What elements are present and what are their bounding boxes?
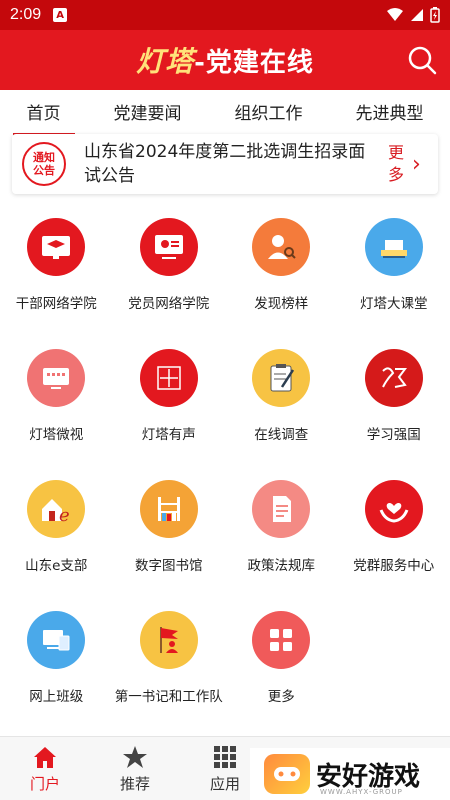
notice-badge-line2: 公告 xyxy=(33,164,55,177)
chevron-right-icon[interactable]: › xyxy=(412,152,421,177)
bookshelf-icon xyxy=(139,480,198,538)
grid-item-first-secretary[interactable]: 第一书记和工作队 xyxy=(113,611,226,742)
computer-class-icon xyxy=(27,611,86,669)
study-seal-icon xyxy=(364,349,423,407)
search-icon[interactable] xyxy=(406,44,438,76)
grid-item-audio[interactable]: 灯塔有声 xyxy=(113,349,226,480)
graduation-cap-icon xyxy=(27,218,86,276)
nav-recommend[interactable]: 推荐 xyxy=(90,737,180,800)
watermark-url: WWW.AHYX-GROUP xyxy=(320,788,403,796)
notice-badge: 通知 公告 xyxy=(22,142,66,186)
lecture-podium-icon xyxy=(364,218,423,276)
grid-label: 山东e支部 xyxy=(25,558,88,574)
grid-item-discover-models[interactable]: 发现榜样 xyxy=(225,218,338,349)
grid-label: 政策法规库 xyxy=(247,558,316,574)
grid-label: 灯塔有声 xyxy=(141,427,196,443)
nav-label: 推荐 xyxy=(119,775,150,793)
gamepad-icon xyxy=(264,754,310,794)
grid-label: 灯塔大课堂 xyxy=(360,296,428,312)
grid-item-service-center[interactable]: 党群服务中心 xyxy=(338,480,450,611)
wifi-icon xyxy=(387,8,403,21)
grid-label: 数字图书馆 xyxy=(135,558,203,574)
grid-item-xuexi[interactable]: 学习强国 xyxy=(338,349,450,480)
grid-label: 党群服务中心 xyxy=(353,558,435,574)
person-search-icon xyxy=(252,218,311,276)
battery-icon xyxy=(430,7,440,23)
party-screen-icon xyxy=(139,218,198,276)
watermark-overlay: 安好游戏 WWW.AHYX-GROUP xyxy=(250,748,450,800)
grid-label: 学习强国 xyxy=(366,427,421,443)
signal-icon xyxy=(411,9,423,21)
tab-party-news[interactable]: 党建要闻 xyxy=(100,91,196,132)
app-header: 灯塔-党建在线 xyxy=(0,30,450,90)
grid-label: 更多 xyxy=(267,689,295,705)
logo-sub: -党建在线 xyxy=(194,48,314,78)
watermark-text: 安好游戏 xyxy=(316,761,421,792)
audio-seal-icon xyxy=(139,349,198,407)
home-icon xyxy=(34,747,56,768)
grid-item-micro-video[interactable]: 灯塔微视 xyxy=(0,349,113,480)
grid-label: 发现榜样 xyxy=(254,296,309,312)
notice-badge-line1: 通知 xyxy=(33,151,55,164)
grid-item-party-academy[interactable]: 党员网络学院 xyxy=(113,218,226,349)
grid-item-digital-library[interactable]: 数字图书馆 xyxy=(113,480,226,611)
grid-item-more[interactable]: 更多 xyxy=(225,611,338,742)
grid-item-e-branch[interactable]: e 山东e支部 xyxy=(0,480,113,611)
notification-icon: A xyxy=(53,8,68,22)
app-logo: 灯塔-党建在线 xyxy=(136,40,314,80)
home-e-icon: e xyxy=(27,480,86,538)
grid-item-online-class[interactable]: 网上班级 xyxy=(0,611,113,742)
grid-label: 党员网络学院 xyxy=(128,296,210,312)
logo-main: 灯塔 xyxy=(136,45,195,78)
tab-organization[interactable]: 组织工作 xyxy=(221,91,317,132)
document-icon xyxy=(252,480,311,538)
top-tabs: 首页 党建要闻 组织工作 先进典型 xyxy=(0,90,450,136)
status-time: 2:09 xyxy=(10,6,42,23)
flag-person-icon xyxy=(139,611,198,669)
grid-label: 在线调查 xyxy=(254,427,309,443)
app-screen: 2:09 A 灯塔-党建在线 首页 党建要闻 组织工作 先进典型 通知 公告 山东… xyxy=(0,0,450,800)
notice-banner[interactable]: 通知 公告 山东省2024年度第二批选调生招录面试公告 更多 › xyxy=(12,134,438,194)
more-grid-icon xyxy=(252,611,311,669)
grid-label: 灯塔微视 xyxy=(29,427,84,443)
clipboard-pen-icon xyxy=(252,349,311,407)
grid-item-online-survey[interactable]: 在线调查 xyxy=(225,349,338,480)
grid-item-cadre-academy[interactable]: 干部网络学院 xyxy=(0,218,113,349)
notice-text[interactable]: 山东省2024年度第二批选调生招录面试公告 xyxy=(84,140,374,188)
grid-label: 网上班级 xyxy=(29,689,84,705)
nav-portal[interactable]: 门户 xyxy=(0,737,90,800)
app-grid: 干部网络学院 党员网络学院 发现榜样 灯塔大课堂 灯塔微视 灯塔有声 在线调查 … xyxy=(0,218,450,742)
status-indicators xyxy=(386,7,440,23)
tab-home[interactable]: 首页 xyxy=(12,91,75,136)
svg-text:e: e xyxy=(59,505,70,525)
video-screen-icon xyxy=(27,349,86,407)
star-icon xyxy=(123,746,147,768)
nav-label: 应用 xyxy=(209,775,240,793)
notice-more-link[interactable]: 更多 xyxy=(388,142,408,186)
status-bar: 2:09 A xyxy=(0,0,450,30)
grid-item-big-classroom[interactable]: 灯塔大课堂 xyxy=(338,218,450,349)
grid-item-policy-library[interactable]: 政策法规库 xyxy=(225,480,338,611)
nav-label: 门户 xyxy=(29,775,60,793)
apps-grid-icon xyxy=(214,746,236,768)
tab-advanced-models[interactable]: 先进典型 xyxy=(342,91,438,132)
heart-hands-icon xyxy=(364,480,423,538)
grid-label: 第一书记和工作队 xyxy=(114,689,223,705)
grid-label: 干部网络学院 xyxy=(15,296,97,312)
